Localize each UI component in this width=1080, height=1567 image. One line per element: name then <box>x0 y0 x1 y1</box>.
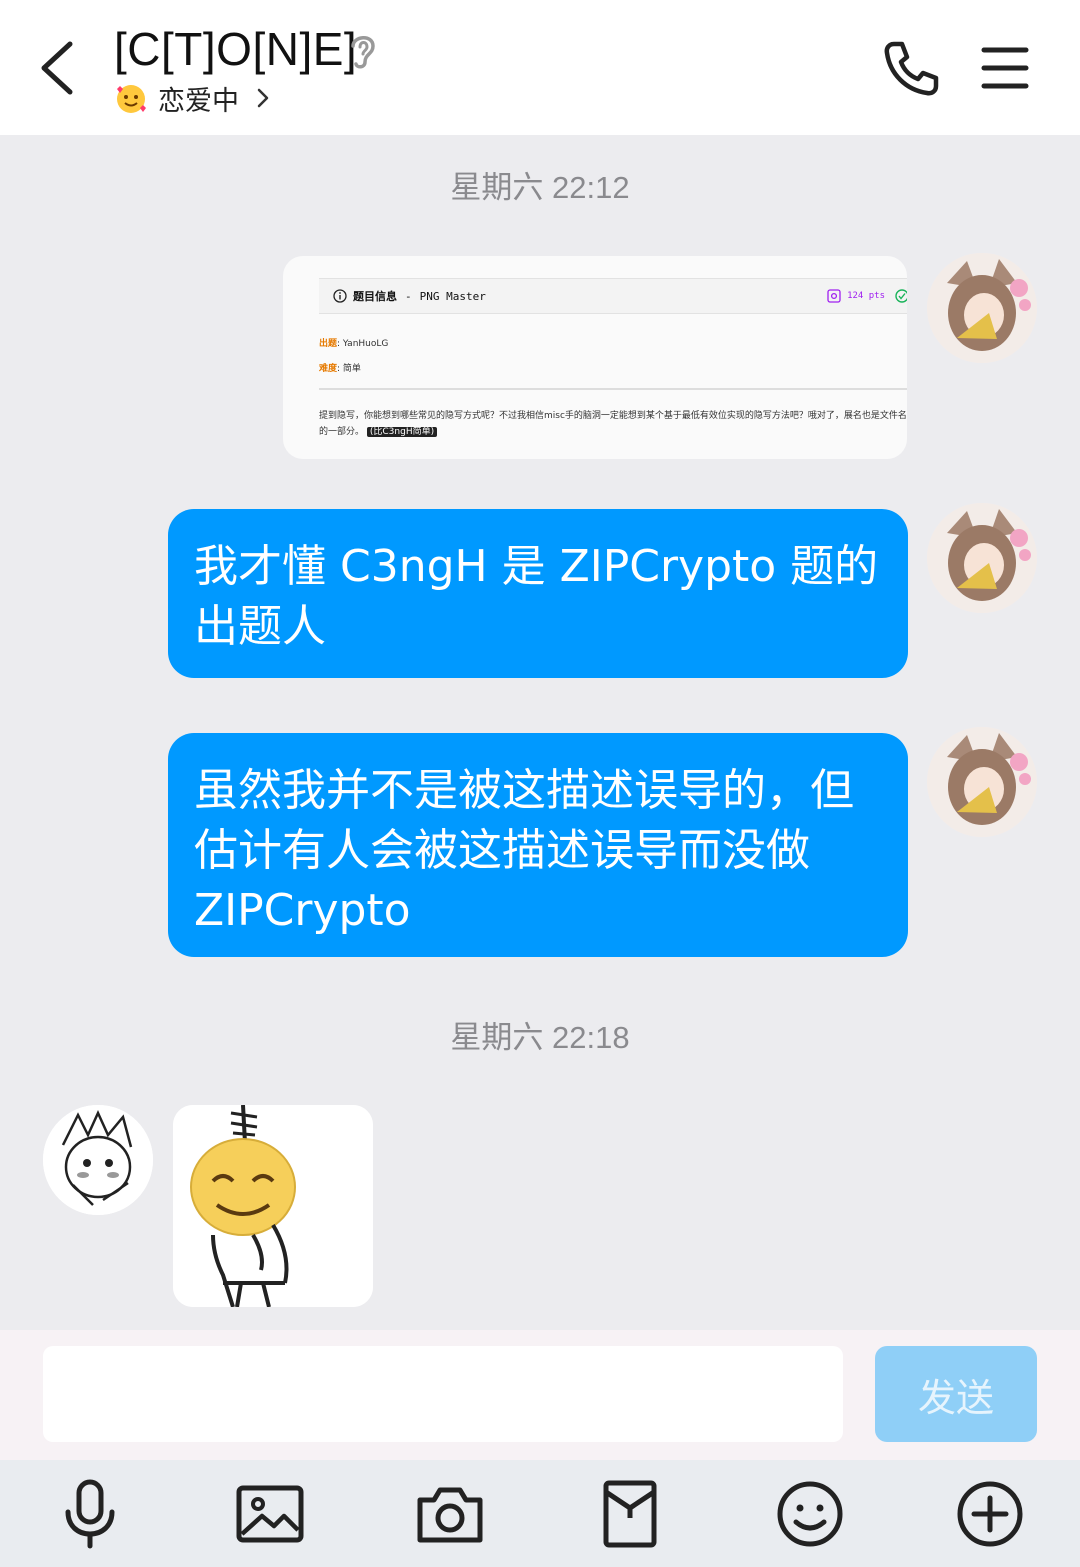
back-button[interactable] <box>30 30 90 105</box>
card-heading-title: PNG Master <box>419 289 486 303</box>
relationship-status[interactable]: 恋爱中 <box>114 80 273 117</box>
status-text: 恋爱中 <box>158 85 239 117</box>
anime-girl-avatar-icon <box>927 727 1037 837</box>
red-packet-icon <box>603 1480 657 1548</box>
contact-name[interactable]: [C[T]O[N]E] <box>114 22 357 76</box>
screenshot-image-message[interactable]: 题目信息 - PNG Master 124 pts 出题: YanHuoLG 难… <box>283 256 907 459</box>
hanging-smiley-sticker-icon <box>173 1105 373 1307</box>
author-line: 出题: YanHuoLG <box>319 339 389 349</box>
sticker-image-message[interactable] <box>173 1105 373 1307</box>
manga-character-avatar-icon <box>43 1105 153 1215</box>
more-options-button[interactable] <box>954 1478 1026 1550</box>
call-button[interactable] <box>880 38 942 100</box>
phone-icon <box>884 41 939 96</box>
emoji-icon <box>777 1481 843 1547</box>
send-button[interactable]: 发送 <box>875 1346 1037 1442</box>
info-icon <box>333 289 347 303</box>
challenge-description: 提到隐写，你能想到哪些常见的隐写方式呢？不过我相信misc手的脑洞一定能想到某个… <box>319 411 907 437</box>
hamburger-menu-icon <box>981 47 1029 89</box>
card-divider <box>319 388 907 390</box>
ear-icon <box>351 36 375 69</box>
card-heading-label: 题目信息 <box>353 290 397 303</box>
plus-icon <box>957 1481 1023 1547</box>
difficulty-tag: (比C3ngH简单) <box>366 427 438 437</box>
self-avatar[interactable] <box>927 253 1037 363</box>
contact-avatar[interactable] <box>43 1105 153 1215</box>
red-packet-button[interactable] <box>594 1478 666 1550</box>
sent-message-bubble[interactable]: 我才懂 C3ngH 是 ZIPCrypto 题的出题人 <box>168 509 908 678</box>
chevron-right-icon <box>257 88 269 108</box>
camera-icon <box>417 1487 483 1543</box>
chevron-left-icon <box>41 41 73 95</box>
camera-button[interactable] <box>414 1478 486 1550</box>
message-timestamp: 星期六 22:18 <box>450 1020 630 1055</box>
more-menu-button[interactable] <box>980 44 1030 92</box>
chat-header: [C[T]O[N]E] 恋爱中 <box>0 0 1080 135</box>
bottom-toolbar <box>0 1460 1080 1567</box>
sent-message-bubble[interactable]: 虽然我并不是被这描述误导的，但估计有人会被这描述误导而没做ZIPCrypto <box>168 733 908 957</box>
microphone-icon <box>65 1479 115 1549</box>
points-label: 124 pts <box>847 291 885 301</box>
challenge-card-header: 题目信息 - PNG Master 124 pts <box>319 278 907 314</box>
check-circle-icon <box>895 289 907 303</box>
card-heading-separator: - <box>405 289 412 303</box>
message-input-bar: 发送 <box>0 1330 1080 1460</box>
image-button[interactable] <box>234 1478 306 1550</box>
difficulty-line: 难度: 简单 <box>319 364 361 374</box>
image-icon <box>236 1485 304 1543</box>
anime-girl-avatar-icon <box>927 503 1037 613</box>
anime-girl-avatar-icon <box>927 253 1037 363</box>
target-icon <box>827 289 841 303</box>
voice-button[interactable] <box>54 1478 126 1550</box>
smiling-hearts-emoji-icon <box>117 85 146 113</box>
self-avatar[interactable] <box>927 503 1037 613</box>
message-input[interactable] <box>43 1346 843 1442</box>
message-timestamp: 星期六 22:12 <box>450 170 630 205</box>
emoji-button[interactable] <box>774 1478 846 1550</box>
self-avatar[interactable] <box>927 727 1037 837</box>
